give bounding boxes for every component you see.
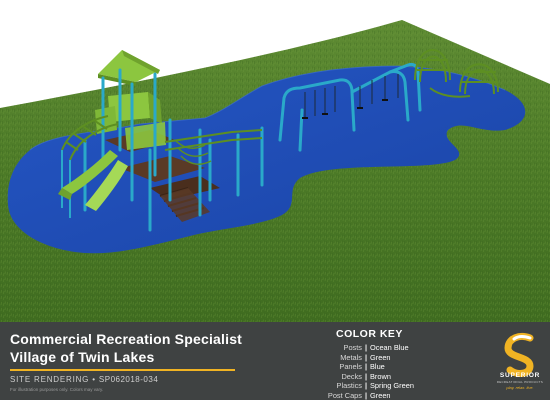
key-separator: | — [364, 362, 368, 372]
title-divider — [10, 369, 235, 371]
site-rendering-label: SITE RENDERING — [10, 375, 90, 384]
key-separator: | — [364, 381, 368, 391]
color-key-row: Plastics | Spring Green — [290, 381, 430, 391]
site-separator: • — [92, 375, 96, 384]
brand-name: SUPERIOR — [499, 372, 541, 379]
key-name-panels: Panels — [339, 362, 362, 372]
key-name-plastics: Plastics — [336, 381, 362, 391]
site-rendering-number: SP062018-034 — [98, 375, 159, 384]
color-key-heading: COLOR KEY — [336, 328, 403, 340]
key-name-post-caps: Post Caps — [327, 390, 362, 400]
disclaimer-text: For illustration purposes only. Colors m… — [10, 387, 104, 392]
key-value-decks: Brown — [370, 371, 391, 381]
title-company: Commercial Recreation Specialist — [10, 331, 243, 347]
key-value-panels: Blue — [370, 362, 385, 372]
key-name-decks: Decks — [341, 371, 362, 381]
key-value-posts: Ocean Blue — [370, 343, 409, 352]
color-key-row: Metals | Green — [290, 353, 430, 363]
key-value-metals: Green — [370, 352, 391, 362]
key-name-posts: Posts — [343, 343, 362, 352]
key-value-post-caps: Green — [370, 390, 391, 400]
title-block: Commercial Recreation Specialist Village… — [0, 322, 550, 400]
site-rendering-line: SITE RENDERING • SP062018-034 — [10, 375, 158, 384]
key-separator: | — [364, 390, 368, 400]
color-key-row: Decks | Brown — [290, 372, 430, 382]
site-rendering-card: Commercial Recreation Specialist Village… — [0, 0, 550, 400]
color-key-list: Posts | Ocean Blue Metals | Green Panels… — [290, 343, 430, 400]
key-separator: | — [364, 371, 368, 381]
key-separator: | — [364, 343, 368, 352]
title-project: Village of Twin Lakes — [10, 349, 155, 365]
brand-subtitle: RECREATIONAL PRODUCTS — [496, 380, 544, 384]
playground-rendering — [0, 0, 550, 322]
color-key-row: Posts | Ocean Blue — [290, 343, 430, 353]
color-key-row: Panels | Blue — [290, 362, 430, 372]
key-value-plastics: Spring Green — [370, 381, 414, 391]
key-name-metals: Metals — [340, 352, 362, 362]
brand-tagline: play. relax. live. — [506, 385, 534, 390]
color-key-row: Post Caps | Green — [290, 391, 430, 400]
key-separator: | — [364, 352, 368, 362]
